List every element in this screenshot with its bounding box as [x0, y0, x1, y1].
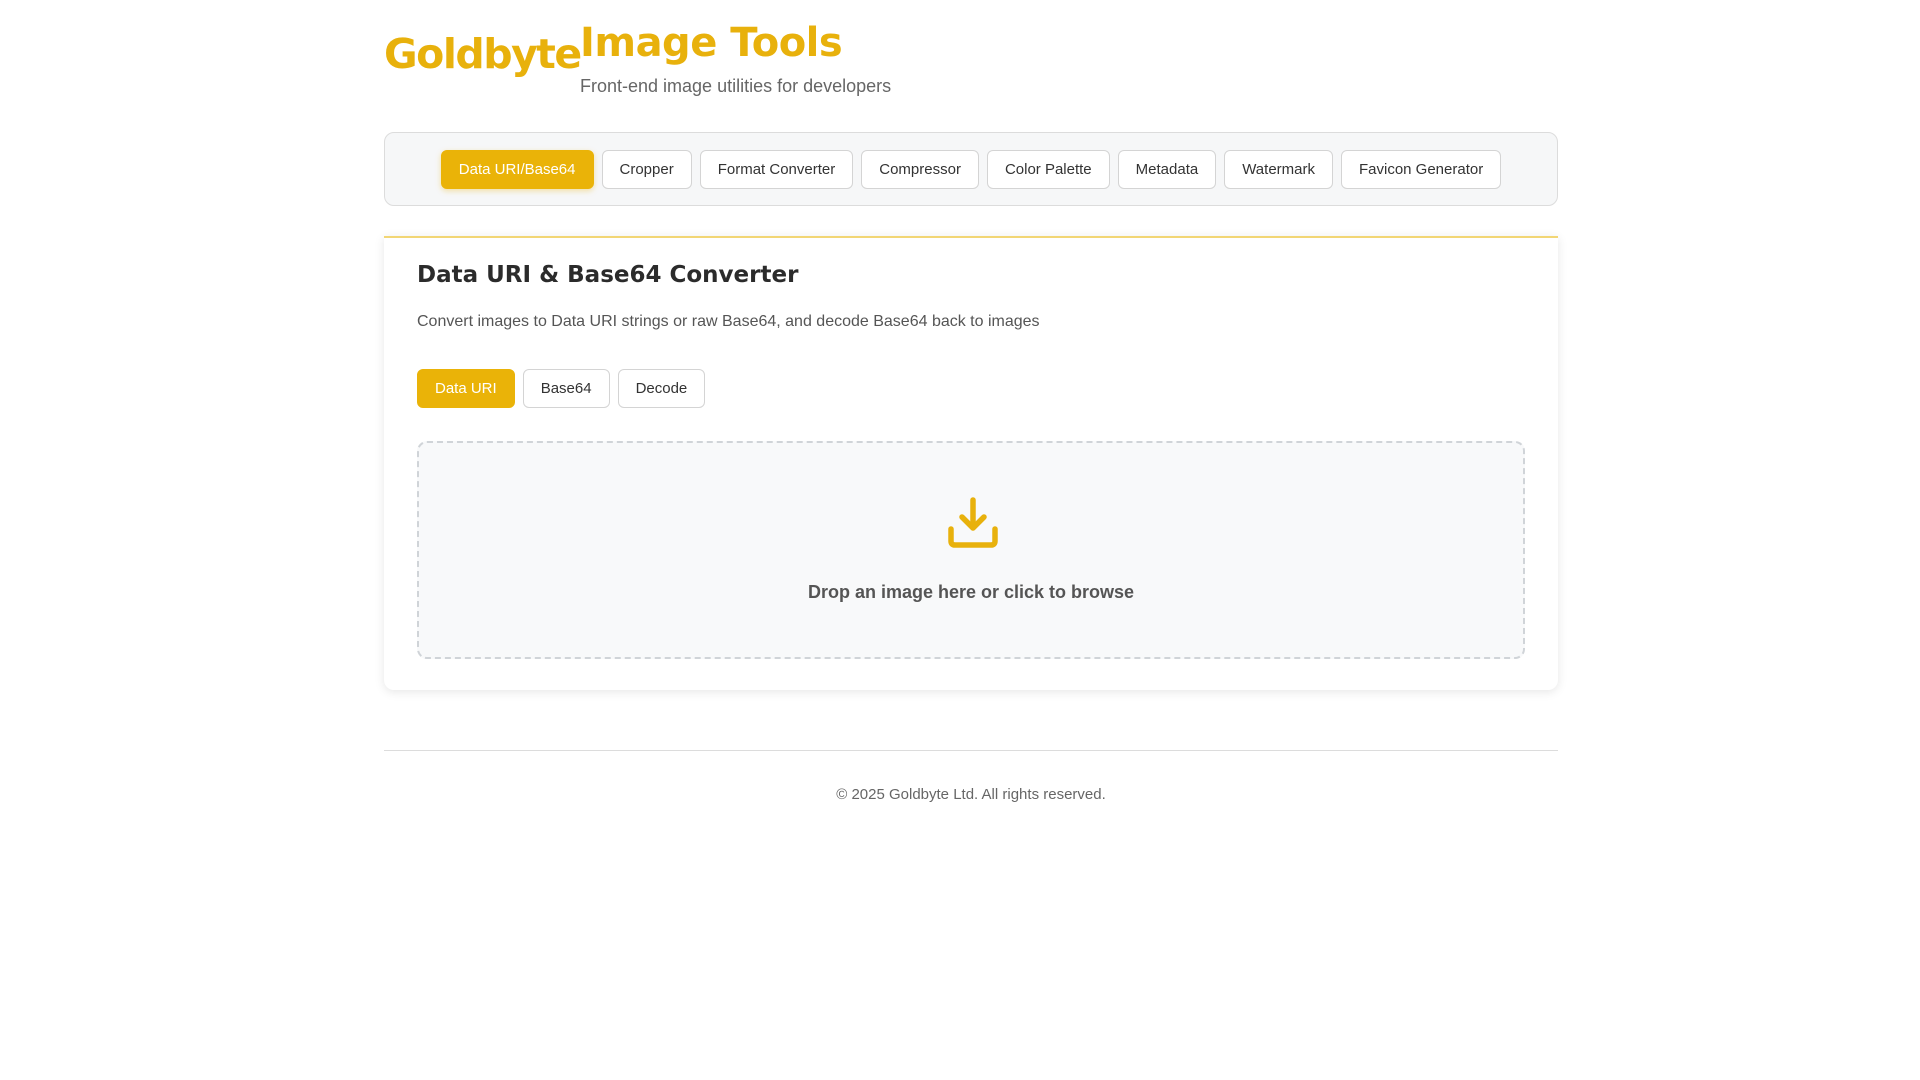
converter-card: Data URI & Base64 Converter Convert imag… [384, 236, 1558, 690]
page-title: Image Tools [580, 20, 843, 66]
mode-tab-base64[interactable]: Base64 [522, 369, 610, 408]
brand-logo[interactable]: Goldbyte [384, 30, 582, 78]
mode-tab-decode[interactable]: Decode [617, 369, 706, 408]
header: Goldbyte Image Tools Front-end image uti… [384, 0, 1558, 132]
download-icon [948, 497, 998, 548]
page-subtitle: Front-end image utilities for developers [580, 76, 892, 96]
card-description: Convert images to Data URI strings or ra… [417, 313, 1040, 330]
footer-copyright: © 2025 Goldbyte Ltd. All rights reserved… [836, 786, 1106, 803]
tab-watermark[interactable]: Watermark [1224, 149, 1333, 189]
tab-format-converter[interactable]: Format Converter [699, 149, 854, 189]
mode-tab-data-uri[interactable]: Data URI [417, 369, 515, 408]
footer-divider [384, 750, 1558, 751]
tab-color-palette[interactable]: Color Palette [986, 149, 1110, 189]
tab-compressor[interactable]: Compressor [861, 149, 979, 189]
tab-metadata[interactable]: Metadata [1117, 149, 1217, 189]
tab-favicon-generator[interactable]: Favicon Generator [1340, 149, 1502, 189]
tool-nav: Data URI/Base64 Cropper Format Converter… [384, 132, 1558, 206]
page: Goldbyte Image Tools Front-end image uti… [0, 0, 1920, 1080]
mode-tabs: Data URI Base64 Decode [417, 369, 706, 408]
tab-cropper[interactable]: Cropper [601, 149, 692, 189]
main-container: Goldbyte Image Tools Front-end image uti… [384, 0, 1558, 803]
image-dropzone[interactable]: Drop an image here or click to browse [417, 441, 1525, 659]
card-title: Data URI & Base64 Converter [417, 262, 799, 288]
title-block: Image Tools Front-end image utilities fo… [580, 18, 891, 97]
tab-data-uri-base64[interactable]: Data URI/Base64 [440, 149, 594, 189]
dropzone-text: Drop an image here or click to browse [807, 582, 1135, 602]
